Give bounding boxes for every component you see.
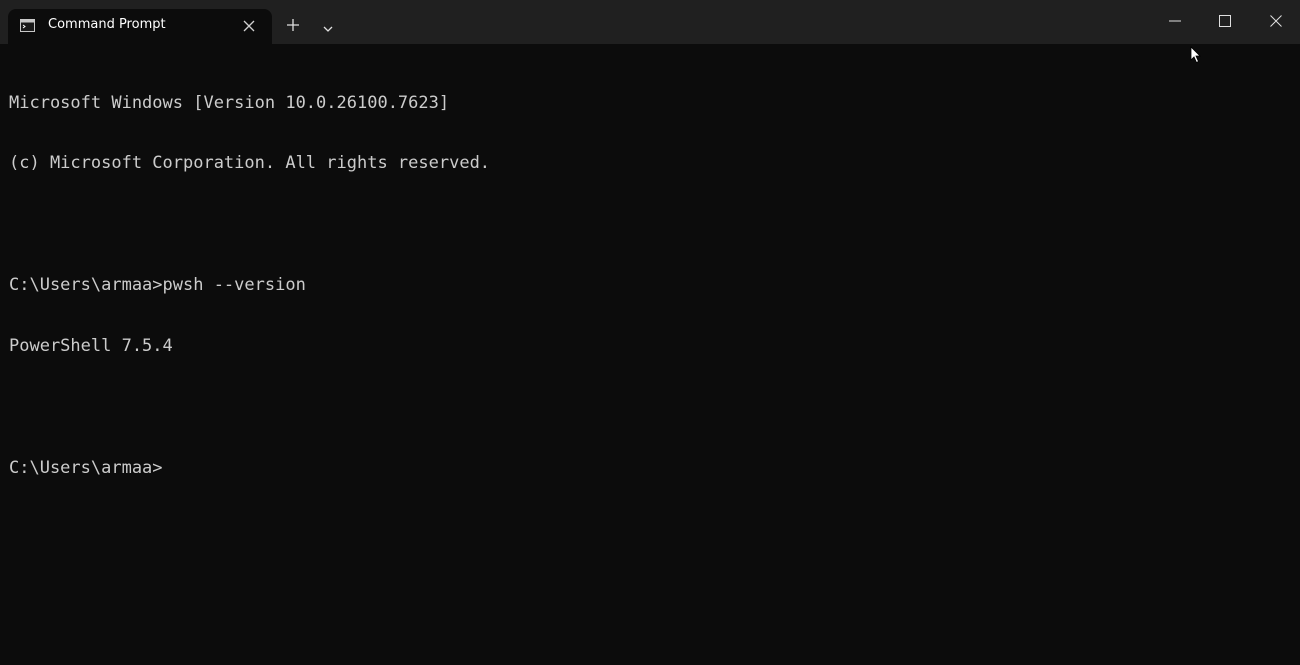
terminal-line: (c) Microsoft Corporation. All rights re… xyxy=(9,153,491,174)
plus-icon[interactable] xyxy=(286,18,300,32)
terminal-prompt: C:\Users\armaa> xyxy=(9,457,163,478)
terminal-output[interactable]: Microsoft Windows [Version 10.0.26100.76… xyxy=(9,52,1289,652)
maximize-icon xyxy=(1219,15,1231,27)
tab-title: Command Prompt xyxy=(48,17,166,32)
cmd-icon xyxy=(20,19,35,32)
mouse-pointer-icon xyxy=(1190,46,1202,64)
title-bar[interactable]: Command Prompt xyxy=(0,0,1300,44)
maximize-button[interactable] xyxy=(1200,0,1250,44)
tab-command-prompt[interactable]: Command Prompt xyxy=(8,9,272,44)
close-button[interactable] xyxy=(1251,0,1300,44)
tab-close-icon[interactable] xyxy=(242,19,256,33)
chevron-down-icon[interactable] xyxy=(322,21,334,32)
terminal-line: C:\Users\armaa>pwsh --version xyxy=(9,275,306,296)
minimize-icon xyxy=(1169,20,1181,22)
terminal-line: Microsoft Windows [Version 10.0.26100.76… xyxy=(9,92,450,113)
terminal-line: PowerShell 7.5.4 xyxy=(9,336,173,357)
terminal-window: Command Prompt Microsoft Windows [Versio… xyxy=(0,0,1300,665)
close-icon xyxy=(1270,15,1282,27)
minimize-button[interactable] xyxy=(1150,0,1200,44)
